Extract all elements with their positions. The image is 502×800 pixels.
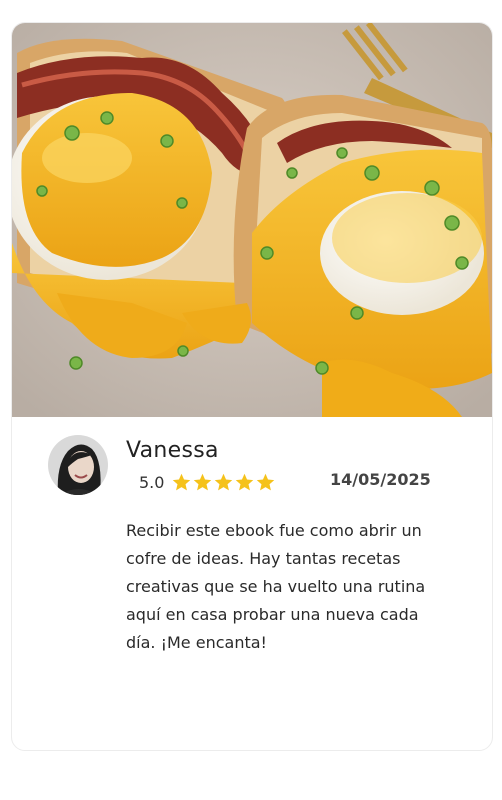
rating-row: 5.0 <box>139 471 276 493</box>
star-icon <box>236 473 254 490</box>
review-text: Recibir este ebook fue como abrir un cof… <box>126 521 426 652</box>
star-icon <box>215 473 233 490</box>
star-icon <box>257 473 275 490</box>
rating-value: 5.0 <box>139 472 165 492</box>
food-photo <box>12 23 492 417</box>
star-rating <box>171 472 276 493</box>
review-card: Vanessa 5.0 14/05/2025 Recibir este eboo… <box>11 22 493 751</box>
star-icon <box>194 473 212 490</box>
review-date: 14/05/2025 <box>330 470 431 489</box>
avatar <box>48 435 108 495</box>
star-icon <box>173 473 191 490</box>
reviewer-name: Vanessa <box>126 438 219 463</box>
